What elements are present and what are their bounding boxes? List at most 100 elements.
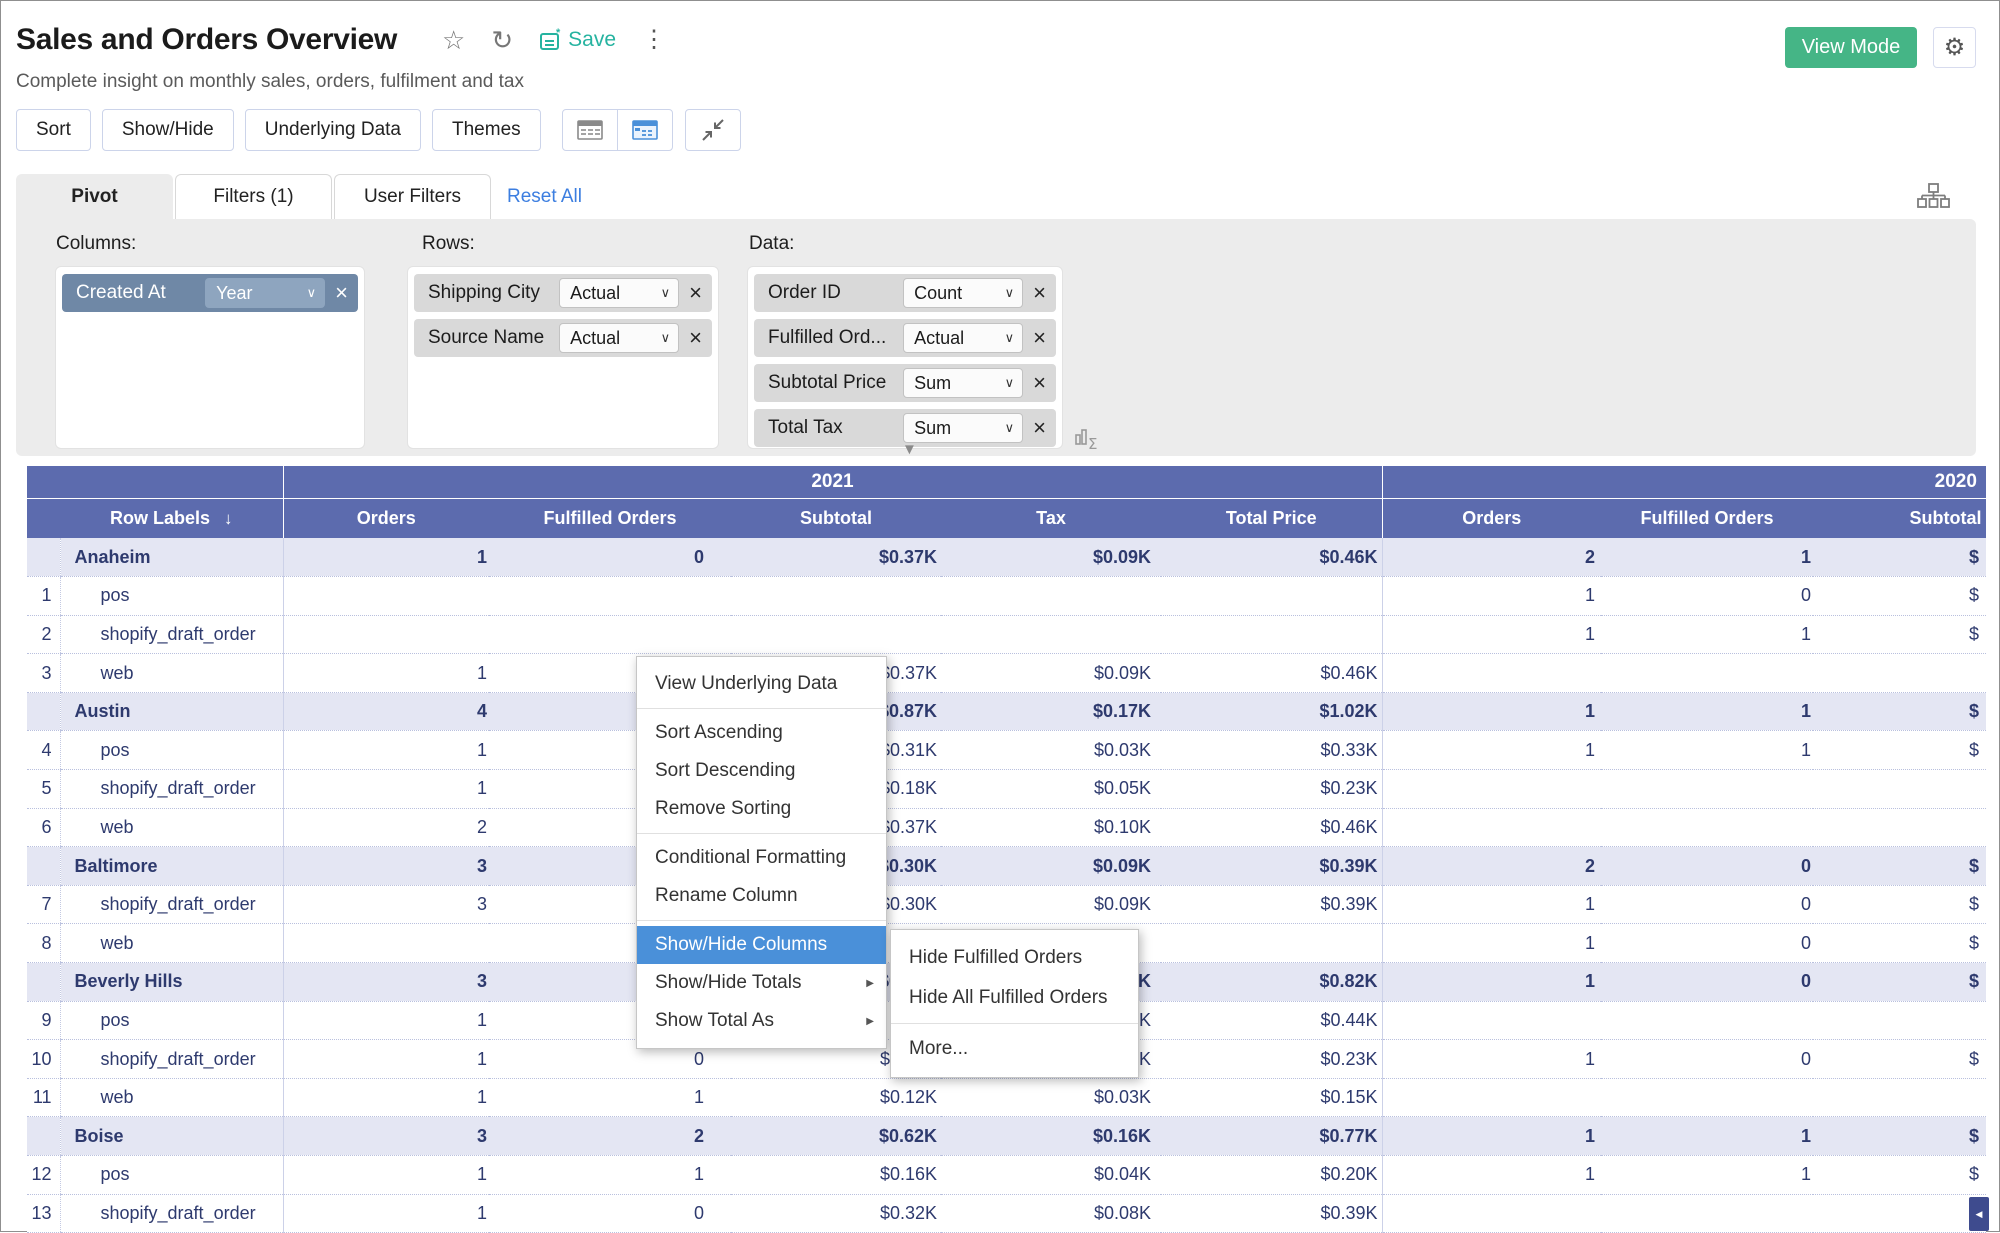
- menu-item-hide-all-fulfilled-orders[interactable]: Hide All Fulfilled Orders: [891, 978, 1138, 1018]
- field-chip-label: Order ID: [768, 282, 903, 304]
- value-cell-2021: $0.46K: [1161, 654, 1382, 693]
- column-header-2021-tax[interactable]: Tax: [941, 498, 1161, 538]
- summary-sigma-icon[interactable]: Σ: [1074, 425, 1104, 456]
- toolbar-button-sort[interactable]: Sort: [16, 109, 91, 151]
- table-row: 2shopify_draft_order11$: [27, 615, 1986, 654]
- table-view-button[interactable]: [562, 109, 618, 151]
- field-aggregation-select[interactable]: Sum∨: [903, 413, 1023, 443]
- value-cell-2021: 2: [283, 808, 489, 847]
- menu-item-view-underlying-data[interactable]: View Underlying Data: [637, 665, 886, 703]
- selected-aggregation: Actual: [570, 328, 660, 349]
- value-cell-2021: $0.16K: [731, 1156, 941, 1195]
- refresh-icon[interactable]: ↻: [491, 27, 513, 53]
- row-label-cell: shopify_draft_order: [60, 1040, 283, 1079]
- selected-aggregation: Sum: [914, 418, 1004, 439]
- menu-item-sort-descending[interactable]: Sort Descending: [637, 752, 886, 790]
- menu-item-label: Rename Column: [655, 885, 874, 907]
- value-cell-2020: 0: [1601, 963, 1813, 1002]
- value-cell-2020: $: [1813, 538, 1986, 577]
- column-header-2021-orders[interactable]: Orders: [283, 498, 489, 538]
- row-label-cell: web: [60, 808, 283, 847]
- value-cell-2020: $: [1813, 885, 1986, 924]
- value-cell-2021: $0.20K: [1161, 1156, 1382, 1195]
- toolbar-button-themes[interactable]: Themes: [432, 109, 541, 151]
- toolbar-button-show-hide[interactable]: Show/Hide: [102, 109, 234, 151]
- value-cell-2021: $0.39K: [1161, 847, 1382, 886]
- menu-item-conditional-formatting[interactable]: Conditional Formatting: [637, 839, 886, 877]
- menu-item-remove-sorting[interactable]: Remove Sorting: [637, 790, 886, 828]
- value-cell-2020: 0: [1601, 577, 1813, 616]
- table-row: 3web1$0.37K$0.09K$0.46K: [27, 654, 1986, 693]
- menu-item-more-[interactable]: More...: [891, 1029, 1138, 1069]
- field-aggregation-select[interactable]: Sum∨: [903, 368, 1023, 398]
- value-cell-2021: $0.33K: [1161, 731, 1382, 770]
- value-cell-2020: [1813, 1194, 1986, 1233]
- value-cell-2021: $0.77K: [1161, 1117, 1382, 1156]
- pivot-table: 20212020Row Labels↓OrdersFulfilled Order…: [27, 466, 1986, 1233]
- column-header-2021-total-price[interactable]: Total Price: [1161, 498, 1382, 538]
- value-cell-2021: $0.46K: [1161, 538, 1382, 577]
- value-cell-2021: [1161, 577, 1382, 616]
- reset-all-link[interactable]: Reset All: [507, 186, 582, 208]
- value-cell-2020: 1: [1601, 615, 1813, 654]
- remove-field-icon[interactable]: ×: [689, 282, 702, 304]
- pivot-view-button[interactable]: [617, 109, 673, 151]
- row-labels-header[interactable]: Row Labels↓: [60, 498, 283, 538]
- value-cell-2021: [283, 924, 489, 963]
- menu-item-rename-column[interactable]: Rename Column: [637, 877, 886, 915]
- hierarchy-icon[interactable]: [1916, 182, 1950, 215]
- more-options-kebab-icon[interactable]: ⋮: [642, 28, 666, 52]
- page-title: Sales and Orders Overview: [16, 23, 397, 57]
- field-aggregation-select[interactable]: Count∨: [903, 278, 1023, 308]
- column-header-2020-fulfilled-orders[interactable]: Fulfilled Orders: [1601, 498, 1813, 538]
- value-cell-2021: [731, 577, 941, 616]
- toolbar-button-underlying-data[interactable]: Underlying Data: [245, 109, 421, 151]
- menu-item-sort-ascending[interactable]: Sort Ascending: [637, 714, 886, 752]
- menu-item-show-hide-totals[interactable]: Show/Hide Totals▶: [637, 964, 886, 1002]
- column-header-2020-orders[interactable]: Orders: [1382, 498, 1601, 538]
- row-label-cell: Baltimore: [60, 847, 283, 886]
- field-chip-label: Created At: [76, 282, 205, 304]
- menu-item-hide-fulfilled-orders[interactable]: Hide Fulfilled Orders: [891, 938, 1138, 978]
- field-aggregation-select[interactable]: Actual∨: [559, 278, 679, 308]
- menu-item-show-hide-columns[interactable]: Show/Hide Columns: [637, 926, 886, 964]
- year-group-header-2021[interactable]: 2021: [283, 466, 1382, 498]
- tab-filters-[interactable]: Filters (1): [175, 174, 332, 219]
- value-cell-2021: 3: [283, 1117, 489, 1156]
- remove-field-icon[interactable]: ×: [1033, 327, 1046, 349]
- value-cell-2021: 1: [283, 538, 489, 577]
- value-cell-2021: 2: [489, 1117, 731, 1156]
- remove-field-icon[interactable]: ×: [335, 282, 348, 304]
- column-header-2020-subtotal[interactable]: Subtotal: [1813, 498, 1986, 538]
- year-group-header-2020[interactable]: 2020: [1382, 466, 1986, 498]
- collapse-panel-button[interactable]: [685, 109, 741, 151]
- value-cell-2020: 1: [1382, 1117, 1601, 1156]
- favorite-star-icon[interactable]: ☆: [442, 27, 465, 53]
- value-cell-2021: [941, 615, 1161, 654]
- row-number-cell: [27, 692, 60, 731]
- field-aggregation-select[interactable]: Year∨: [205, 278, 325, 308]
- row-label-cell: Boise: [60, 1117, 283, 1156]
- settings-gear-button[interactable]: ⚙: [1933, 27, 1976, 68]
- remove-field-icon[interactable]: ×: [1033, 282, 1046, 304]
- tab-pivot[interactable]: Pivot: [16, 174, 173, 219]
- remove-field-icon[interactable]: ×: [1033, 417, 1046, 439]
- horizontal-scroll-indicator[interactable]: ◀: [1969, 1197, 1989, 1231]
- field-aggregation-select[interactable]: Actual∨: [903, 323, 1023, 353]
- save-button[interactable]: * Save: [539, 28, 616, 52]
- row-label-cell: web: [60, 1078, 283, 1117]
- value-cell-2020: 0: [1601, 1040, 1813, 1079]
- value-cell-2021: 0: [489, 1194, 731, 1233]
- field-chip-label: Source Name: [428, 327, 559, 349]
- column-header-2021-subtotal[interactable]: Subtotal: [731, 498, 941, 538]
- remove-field-icon[interactable]: ×: [689, 327, 702, 349]
- field-chip-fulfilled-ord-: Fulfilled Ord...Actual∨×: [754, 319, 1056, 357]
- tab-user-filters[interactable]: User Filters: [334, 174, 491, 219]
- field-aggregation-select[interactable]: Actual∨: [559, 323, 679, 353]
- column-header-2021-fulfilled-orders[interactable]: Fulfilled Orders: [489, 498, 731, 538]
- view-mode-button[interactable]: View Mode: [1785, 27, 1917, 68]
- remove-field-icon[interactable]: ×: [1033, 372, 1046, 394]
- scroll-more-fields-icon[interactable]: ▼: [902, 441, 917, 458]
- value-cell-2021: $0.44K: [1161, 1001, 1382, 1040]
- menu-item-show-total-as[interactable]: Show Total As▶: [637, 1002, 886, 1040]
